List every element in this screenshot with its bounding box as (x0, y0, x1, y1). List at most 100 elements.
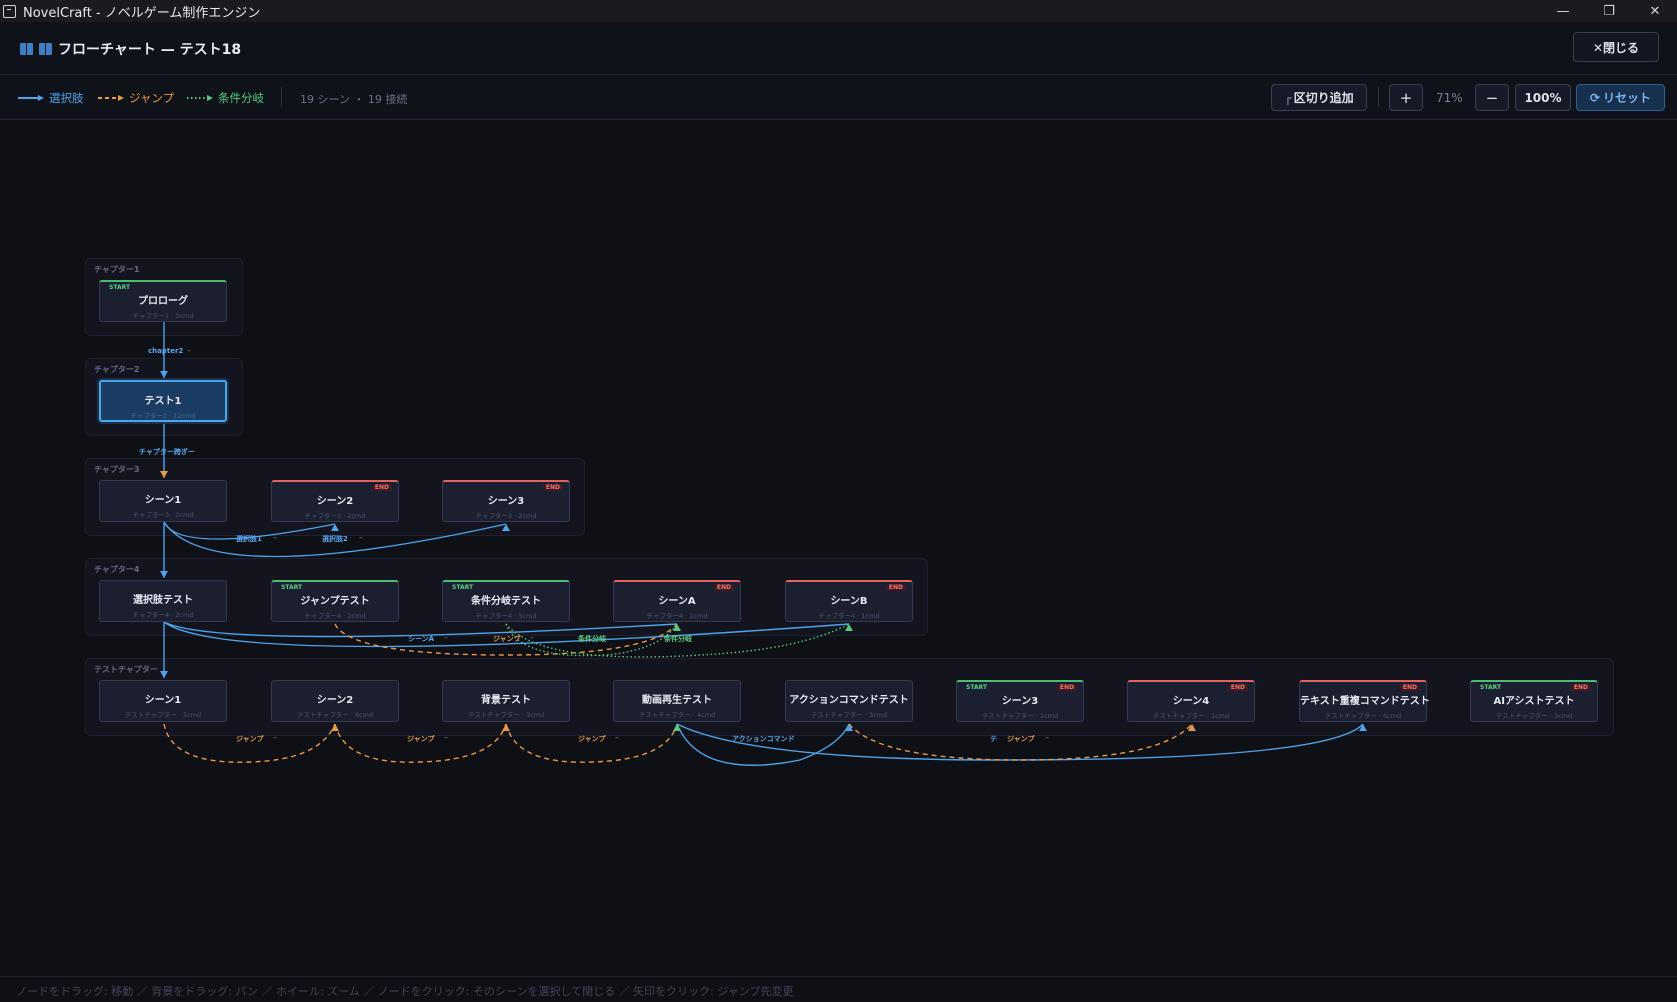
scene-meta: テストチャプター · 5cmd (124, 711, 202, 719)
scene-node[interactable]: START プロローグ チャプター1 · 3cmd (99, 280, 227, 322)
usage-hint: ノードをドラッグ: 移動 ／ 背景をドラッグ: パン ／ ホイール: ズーム ／… (16, 985, 794, 998)
edge-remove-icon[interactable]: – (615, 733, 619, 742)
scene-title: テスト1 (144, 396, 182, 407)
close-window-icon[interactable]: ✕ (1632, 0, 1677, 22)
scene-title: シーンA (658, 596, 696, 607)
scene-connection-summary: 19 シーン ・ 19 接続 (300, 93, 408, 106)
zoom-100-button[interactable]: 100% (1515, 84, 1571, 111)
flowchart-canvas[interactable]: チャプター1 チャプター2 チャプター3 チャプター4 テストチャプター STA… (0, 120, 1677, 976)
edge-remove-icon[interactable]: – (187, 346, 191, 355)
zoom-level: 71% (1436, 91, 1463, 105)
book-icon (39, 43, 52, 55)
arrowhead-icon[interactable] (160, 571, 168, 578)
scene-title: アクションコマンドテスト (789, 695, 909, 706)
scene-node-selected[interactable]: テスト1 チャプター2 · 12cmd (99, 380, 227, 422)
page-title: フローチャート — テスト18 (20, 39, 241, 59)
zoom-out-button[interactable]: − (1475, 84, 1509, 111)
window-titlebar: NovelCraft - ノベルゲーム制作エンジン — ❐ ✕ (0, 0, 1677, 22)
scene-node[interactable]: END シーンB チャプター4 · 1cmd (785, 580, 913, 622)
scene-title: シーンB (830, 596, 868, 607)
arrowhead-icon[interactable] (331, 724, 339, 731)
scene-node[interactable]: 背景テスト テストチャプター · 3cmd (442, 680, 570, 722)
edge-remove-icon[interactable]: – (359, 533, 363, 542)
solid-arrow-icon (18, 95, 44, 101)
scene-title: 選択肢テスト (133, 595, 193, 606)
arrowhead-icon[interactable] (1359, 724, 1367, 731)
scene-node[interactable]: START ジャンプテスト チャプター4 · 2cmd (271, 580, 399, 622)
edge-label[interactable]: アクションコマンド (732, 734, 795, 744)
close-button[interactable]: ✕閉じる (1573, 32, 1659, 62)
flowchart-toolbar: 選択肢 ジャンプ 条件分岐 19 シーン ・ 19 接続 ┌ 区切り追加 + 7… (0, 75, 1677, 120)
scene-title: シーン2 (316, 496, 354, 507)
scene-node[interactable]: END シーン3 チャプター3 · 2cmd (442, 480, 570, 522)
zoom-in-button[interactable]: + (1389, 84, 1423, 111)
start-badge: START (452, 584, 474, 591)
edge-label[interactable]: chapter2 (148, 347, 183, 355)
edge-label[interactable]: 選択肢1 (236, 534, 262, 544)
scene-meta: チャプター1 · 3cmd (132, 312, 194, 320)
scene-meta: チャプター3 · 2cmd (132, 511, 194, 519)
scene-node[interactable]: END シーンA チャプター4 · 1cmd (613, 580, 741, 622)
legend-jump: ジャンプ (98, 90, 174, 106)
scene-node[interactable]: シーン1 テストチャプター · 5cmd (99, 680, 227, 722)
scene-node[interactable]: 選択肢テスト チャプター4 · 2cmd (99, 580, 227, 622)
edge-label[interactable]: 選択肢2 (322, 534, 348, 544)
edge-label[interactable]: ジャンプ (407, 734, 434, 744)
scene-node[interactable]: END シーン2 チャプター3 · 2cmd (271, 480, 399, 522)
scene-title: ジャンプテスト (300, 596, 370, 607)
scene-title: 背景テスト (481, 695, 531, 706)
scene-meta: テストチャプター · 3cmd (810, 711, 888, 719)
arrowhead-icon[interactable] (845, 624, 853, 631)
scene-meta: チャプター4 · 1cmd (818, 612, 880, 620)
scene-node[interactable]: END テキスト重複コマンドテスト テストチャプター · 6cmd (1299, 680, 1430, 722)
add-divider-label: 区切り追加 (1293, 91, 1354, 105)
edge-label[interactable]: ジャンプ (578, 734, 605, 744)
end-badge: END (1056, 684, 1077, 691)
end-badge: END (1227, 684, 1248, 691)
flowchart-header: フローチャート — テスト18 ✕閉じる (0, 22, 1677, 75)
edge-remove-icon[interactable]: – (444, 733, 448, 742)
scene-meta: チャプター4 · 2cmd (132, 611, 194, 619)
scene-node[interactable]: シーン2 テストチャプター · 6cmd (271, 680, 399, 722)
edge-label[interactable]: ジャンプ (1007, 734, 1034, 744)
start-badge: START (1480, 684, 1502, 691)
book-icon (20, 43, 33, 55)
scene-node[interactable]: アクションコマンドテスト テストチャプター · 3cmd (785, 680, 913, 722)
legend-choice-label: 選択肢 (49, 91, 84, 105)
connection-edge[interactable] (676, 723, 850, 766)
scene-node[interactable]: START END シーン3 テストチャプター · 1cmd (956, 680, 1084, 722)
scene-meta: テストチャプター · 6cmd (296, 711, 374, 719)
minimize-icon[interactable]: — (1540, 0, 1586, 22)
edge-remove-icon[interactable]: – (1045, 733, 1049, 742)
reset-button[interactable]: ⟳ リセット (1576, 84, 1665, 111)
end-badge: END (1399, 684, 1420, 691)
scene-meta: テストチャプター · 3cmd (1495, 712, 1573, 720)
arrowhead-icon[interactable] (673, 624, 681, 631)
edge-remove-icon[interactable]: – (530, 633, 534, 642)
connection-layer (160, 322, 1367, 766)
edge-remove-icon[interactable]: – (273, 733, 277, 742)
edge-label[interactable]: チャプター跨ぎー (139, 447, 195, 457)
arrowhead-icon[interactable] (502, 724, 510, 731)
scene-node[interactable]: END シーン4 テストチャプター · 1cmd (1127, 680, 1255, 722)
edge-label[interactable]: 条件分岐 (578, 634, 606, 644)
edge-label[interactable]: ジャンプ (236, 734, 263, 744)
edge-label[interactable]: 条件分岐 (664, 634, 692, 644)
arrowhead-icon[interactable] (160, 471, 168, 478)
scene-title: AIアシストテスト (1493, 696, 1575, 707)
arrowhead-icon[interactable] (160, 371, 168, 378)
edge-remove-icon[interactable]: – (273, 533, 277, 542)
toolbar-divider (1378, 87, 1379, 107)
reset-icon: ⟳ (1589, 90, 1601, 105)
edge-remove-icon[interactable]: – (444, 633, 448, 642)
scene-node[interactable]: START 条件分岐テスト チャプター4 · 3cmd (442, 580, 570, 622)
scene-node[interactable]: シーン1 チャプター3 · 2cmd (99, 480, 227, 522)
scene-node[interactable]: START END AIアシストテスト テストチャプター · 3cmd (1470, 680, 1598, 722)
edge-label[interactable]: テ (990, 734, 997, 744)
arrowhead-icon[interactable] (160, 671, 168, 678)
edge-label[interactable]: ジャンプ (493, 634, 520, 644)
add-divider-button[interactable]: ┌ 区切り追加 (1271, 84, 1367, 111)
edge-label[interactable]: シーンA (408, 634, 434, 644)
scene-node[interactable]: 動画再生テスト テストチャプター · 4cmd (613, 680, 741, 722)
restore-icon[interactable]: ❐ (1586, 0, 1632, 22)
